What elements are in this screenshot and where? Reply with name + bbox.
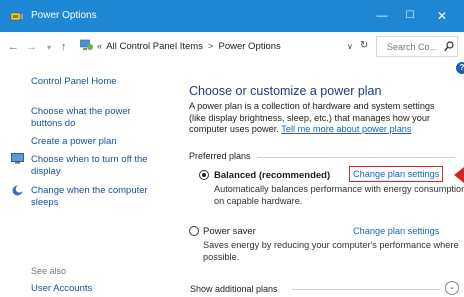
change-plan-settings-power-saver-link[interactable]: Change plan settings xyxy=(353,226,439,236)
maximize-button[interactable]: ☐ xyxy=(396,0,424,32)
up-button[interactable]: ↑ xyxy=(61,41,67,53)
close-button[interactable]: ✕ xyxy=(428,0,456,32)
balanced-plan-name[interactable]: Balanced (recommended) xyxy=(214,170,330,181)
sleep-moon-icon xyxy=(12,185,23,196)
control-panel-icon xyxy=(80,39,93,50)
see-also-heading: See also xyxy=(31,266,67,276)
control-panel-home-link[interactable]: Control Panel Home xyxy=(31,76,117,88)
title-bar: Power Options — ☐ ✕ xyxy=(0,0,464,32)
change-plan-settings-balanced-link[interactable]: Change plan settings xyxy=(349,166,444,182)
show-additional-plans-label[interactable]: Show additional plans xyxy=(190,284,278,294)
address-dropdown-button[interactable]: ∨ xyxy=(347,42,353,51)
recent-locations-button[interactable]: ▾ xyxy=(47,43,51,52)
computer-sleeps-link[interactable]: Change when the computer sleeps xyxy=(31,185,166,209)
chevron-down-icon[interactable]: ⌄ xyxy=(445,281,459,295)
balanced-plan-description: Automatically balances performance with … xyxy=(214,184,464,206)
page-title: Choose or customize a power plan xyxy=(189,84,382,98)
breadcrumb[interactable]: « All Control Panel Items > Power Options xyxy=(97,41,281,52)
window-title: Power Options xyxy=(31,10,97,21)
refresh-button[interactable]: ↻ xyxy=(360,40,368,51)
turn-off-display-link[interactable]: Choose when to turn off the display xyxy=(31,154,161,178)
red-pointer-arrow-icon xyxy=(454,167,464,183)
breadcrumb-item[interactable]: All Control Panel Items xyxy=(106,41,203,52)
power-saver-plan-radio[interactable] xyxy=(189,226,199,236)
power-saver-plan-name[interactable]: Power saver xyxy=(203,226,256,237)
power-options-icon xyxy=(10,12,23,21)
breadcrumb-overflow[interactable]: « xyxy=(97,41,102,52)
user-accounts-link[interactable]: User Accounts xyxy=(31,283,92,295)
create-power-plan-link[interactable]: Create a power plan xyxy=(31,136,117,148)
minimize-button[interactable]: — xyxy=(368,0,396,32)
power-saver-plan-description: Saves energy by reducing your computer's… xyxy=(203,240,459,262)
back-button[interactable]: ← xyxy=(8,41,19,53)
balanced-plan-radio[interactable] xyxy=(199,170,209,180)
choose-power-buttons-link[interactable]: Choose what the power buttons do xyxy=(31,106,151,130)
search-box[interactable]: Search Co... xyxy=(376,36,458,57)
breadcrumb-item[interactable]: Power Options xyxy=(218,41,280,52)
tell-me-more-link[interactable]: Tell me more about power plans xyxy=(281,124,411,134)
radio-selected-dot xyxy=(202,173,206,177)
section-divider xyxy=(292,289,440,290)
search-icon xyxy=(444,41,454,52)
preferred-plans-label: Preferred plans xyxy=(189,151,251,161)
help-icon[interactable]: ? xyxy=(456,62,464,74)
forward-button[interactable]: → xyxy=(26,41,37,53)
search-input[interactable]: Search Co... xyxy=(387,42,437,52)
page-description: A power plan is a collection of hardware… xyxy=(189,101,454,136)
breadcrumb-separator[interactable]: > xyxy=(208,41,214,52)
section-divider xyxy=(257,157,455,158)
display-icon xyxy=(11,153,24,164)
